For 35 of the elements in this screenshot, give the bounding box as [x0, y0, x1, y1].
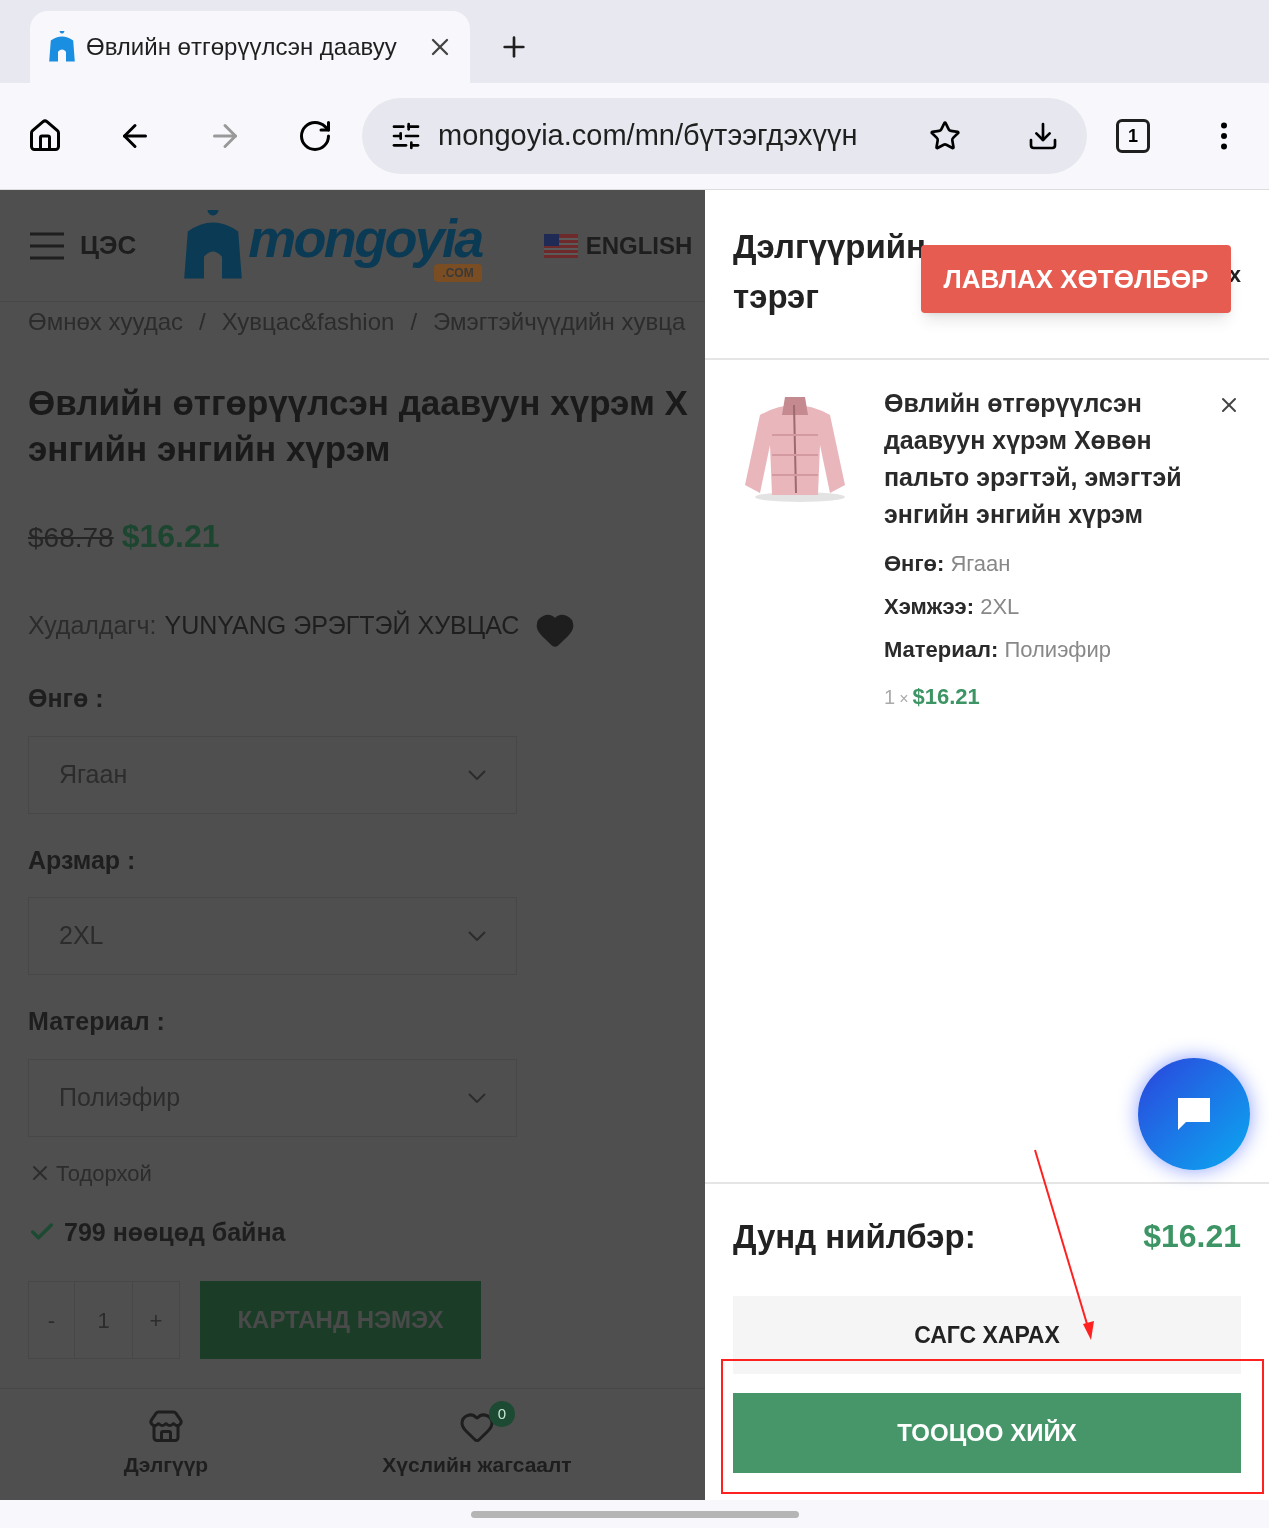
checkout-button[interactable]: ТООЦОО ХИЙХ: [733, 1393, 1241, 1473]
item-attribute: Өнгө: Ягаан: [884, 551, 1012, 576]
item-quantity: 1: [884, 685, 896, 710]
url-text: mongoyia.com/mn/бүтээгдэхүүн: [438, 119, 858, 152]
item-attribute: Материал: Полиэфир: [884, 637, 1112, 662]
decrease-button[interactable]: -: [29, 1282, 75, 1358]
site-logo[interactable]: mongoyia .COM: [174, 209, 482, 282]
favicon-icon: [46, 31, 78, 63]
subtotal-label: Дунд нийлбэр:: [733, 1216, 976, 1257]
download-icon[interactable]: [1027, 120, 1059, 152]
chevron-down-icon: [468, 1092, 486, 1103]
address-bar[interactable]: mongoyia.com/mn/бүтээгдэхүүн: [362, 98, 1087, 174]
breadcrumb-separator: /: [199, 307, 206, 337]
logo-suffix: .COM: [434, 263, 482, 282]
cart-title: тэрэг: [733, 277, 821, 317]
item-price: $16.21: [912, 683, 980, 711]
tab-count[interactable]: 1: [1116, 119, 1150, 153]
item-attribute: Хэмжээ: 2XL: [884, 594, 1021, 619]
chevron-down-icon: [468, 931, 486, 941]
tab-title: Өвлийн өтгөрүүлсэн даавуу: [86, 32, 397, 62]
store-icon: [148, 1408, 184, 1445]
breadcrumb-separator: /: [410, 307, 418, 337]
subtotal-amount: $16.21: [1143, 1217, 1241, 1257]
bookmark-star-icon[interactable]: [929, 120, 961, 152]
flag-icon: [543, 233, 578, 258]
site-settings-icon[interactable]: [390, 120, 422, 152]
browser-tab[interactable]: Өвлийн өтгөрүүлсэн даавуу: [30, 11, 470, 83]
reload-icon[interactable]: [297, 118, 333, 154]
times-sign: ×: [899, 689, 909, 709]
view-cart-button[interactable]: САГС ХАРАХ: [733, 1296, 1241, 1374]
count-badge: 0: [489, 1400, 515, 1427]
home-icon[interactable]: [27, 118, 63, 154]
chevron-down-icon: [468, 769, 486, 780]
increase-button[interactable]: +: [133, 1282, 179, 1358]
cart-item-title[interactable]: Өвлийн өтгөрүүлсэн даавуун хүрэм Хөвөн пальто эрэгтэй, эмэгтэй энгийн энгийн хүрэм: [884, 385, 1184, 533]
